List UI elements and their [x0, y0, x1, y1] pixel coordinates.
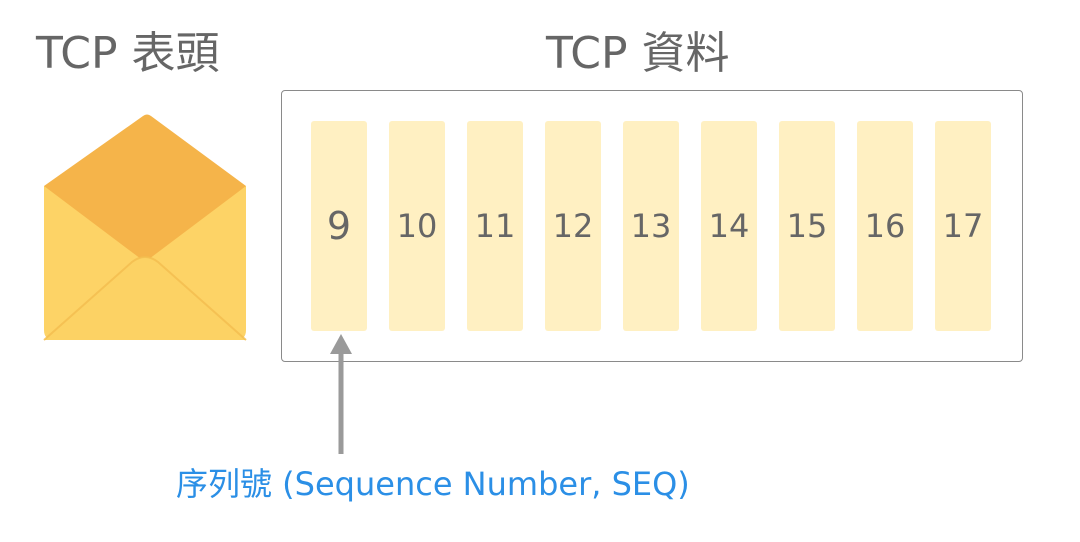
sequence-number-label: 序列號 (Sequence Number, SEQ)	[176, 465, 690, 503]
segment-14: 14	[701, 121, 757, 331]
segment-13: 13	[623, 121, 679, 331]
segment-11: 11	[467, 121, 523, 331]
segment-12: 12	[545, 121, 601, 331]
tcp-data-title: TCP 資料	[546, 28, 730, 79]
segment-9: 9	[311, 121, 367, 331]
segment-15: 15	[779, 121, 835, 331]
segment-16: 16	[857, 121, 913, 331]
segment-list: 9 10 11 12 13 14 15 16 17	[311, 121, 991, 331]
tcp-header-title: TCP 表頭	[36, 28, 220, 79]
tcp-diagram: TCP 表頭 TCP 資料 9 10 11 12 13 14 15 16 17 …	[0, 0, 1080, 542]
envelope-open-icon	[43, 114, 247, 341]
segment-10: 10	[389, 121, 445, 331]
arrow-up-icon	[330, 334, 352, 454]
segment-17: 17	[935, 121, 991, 331]
tcp-data-box: 9 10 11 12 13 14 15 16 17	[281, 90, 1023, 362]
